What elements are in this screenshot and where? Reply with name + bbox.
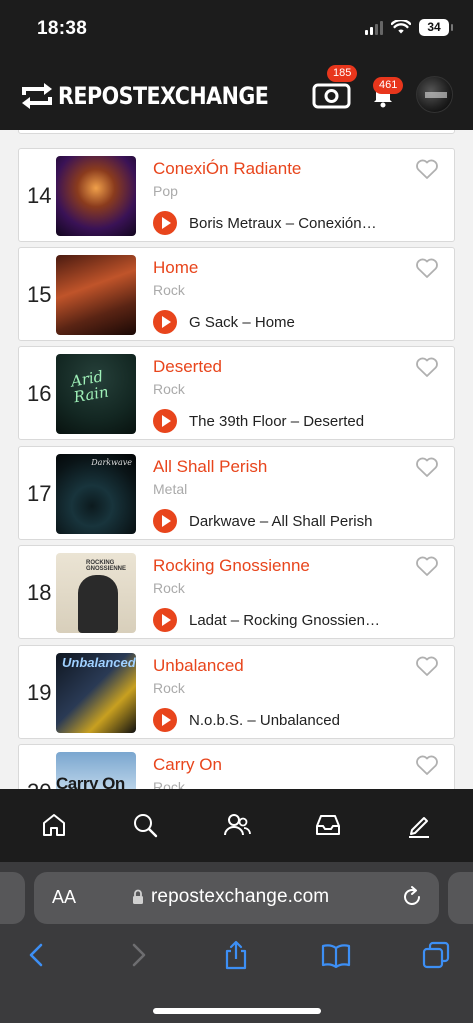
track-artist-line: N.o.b.S. – Unbalanced xyxy=(189,712,340,729)
back-icon[interactable] xyxy=(22,940,52,970)
track-cover[interactable]: ROCKING GNOSSIENNE xyxy=(56,553,136,633)
track-title[interactable]: Rocking Gnossienne xyxy=(153,556,310,576)
heart-icon[interactable] xyxy=(415,754,439,776)
inbox-icon[interactable] xyxy=(314,811,342,839)
heart-icon[interactable] xyxy=(415,555,439,577)
track-card[interactable]: 14 ConexiÓn Radiante Pop Boris Metraux –… xyxy=(18,148,455,242)
url-text[interactable]: repostexchange.com xyxy=(151,886,329,908)
heart-icon[interactable] xyxy=(415,356,439,378)
track-title[interactable]: Carry On xyxy=(153,755,222,775)
track-artist-line: Boris Metraux – Conexión… xyxy=(189,215,377,232)
cover-text: Unbalanced xyxy=(62,655,136,670)
page: 18:38 34 REPOSTEXCHANGE 185 461 14 Conex… xyxy=(0,0,473,1023)
track-title[interactable]: All Shall Perish xyxy=(153,457,267,477)
track-rank: 18 xyxy=(27,580,52,605)
bottom-nav xyxy=(0,789,473,862)
play-button[interactable] xyxy=(153,409,177,433)
track-artist-line: The 39th Floor – Deserted xyxy=(189,413,365,430)
track-cover[interactable]: Carry On xyxy=(56,752,136,789)
status-bar: 18:38 34 xyxy=(0,0,473,58)
notifications-badge: 461 xyxy=(373,77,404,94)
status-indicators: 34 xyxy=(365,19,453,36)
cover-text: ROCKING GNOSSIENNE xyxy=(86,560,127,572)
track-rank: 19 xyxy=(27,680,52,705)
track-genre: Rock xyxy=(153,381,185,397)
track-artist-line: G Sack – Home xyxy=(189,314,295,331)
track-title[interactable]: ConexiÓn Radiante xyxy=(153,159,301,179)
previous-tab-preview[interactable] xyxy=(0,872,25,924)
track-cover[interactable] xyxy=(56,255,136,335)
logo[interactable]: REPOSTEXCHANGE xyxy=(20,82,303,110)
track-cover[interactable]: Unbalanced xyxy=(56,653,136,733)
search-icon[interactable] xyxy=(131,811,159,839)
track-card[interactable]: 19 Unbalanced Unbalanced Rock N.o.b.S. –… xyxy=(18,645,455,739)
repost-arrows-icon xyxy=(22,83,52,109)
track-genre: Pop xyxy=(153,183,178,199)
track-genre: Rock xyxy=(153,580,185,596)
cover-text: Arid Rain xyxy=(69,367,110,407)
app-header: REPOSTEXCHANGE xyxy=(0,58,473,130)
play-button[interactable] xyxy=(153,211,177,235)
reload-icon[interactable] xyxy=(400,885,424,909)
track-artist-line: Ladat – Rocking Gnossien… xyxy=(189,612,380,629)
track-card[interactable]: 16 Arid Rain Deserted Rock The 39th Floo… xyxy=(18,346,455,440)
reader-options-button[interactable]: AA xyxy=(52,887,76,908)
camera-icon xyxy=(312,83,351,109)
next-tab-preview[interactable] xyxy=(448,872,473,924)
track-title[interactable]: Unbalanced xyxy=(153,656,244,676)
track-title[interactable]: Home xyxy=(153,258,198,278)
heart-icon[interactable] xyxy=(415,257,439,279)
track-card[interactable]: 20 Carry On Carry On Rock xyxy=(18,744,455,789)
address-bar[interactable]: AA repostexchange.com xyxy=(34,872,439,924)
track-artist-line: Darkwave – All Shall Perish xyxy=(189,513,373,530)
battery-icon: 34 xyxy=(419,19,453,36)
cellular-signal-icon xyxy=(365,20,383,35)
bookmarks-icon[interactable] xyxy=(321,940,351,970)
share-icon[interactable] xyxy=(221,940,251,970)
heart-icon[interactable] xyxy=(415,456,439,478)
play-button[interactable] xyxy=(153,509,177,533)
track-card[interactable]: 18 ROCKING GNOSSIENNE Rocking Gnossienne… xyxy=(18,545,455,639)
track-rank: 17 xyxy=(27,481,52,506)
track-cover[interactable]: Arid Rain xyxy=(56,354,136,434)
edit-icon[interactable] xyxy=(405,811,433,839)
track-genre: Rock xyxy=(153,779,185,789)
users-icon[interactable] xyxy=(223,811,251,839)
heart-icon[interactable] xyxy=(415,158,439,180)
track-cover[interactable] xyxy=(56,156,136,236)
user-avatar[interactable] xyxy=(416,76,453,113)
track-genre: Rock xyxy=(153,680,185,696)
lock-icon xyxy=(133,889,143,904)
play-button[interactable] xyxy=(153,708,177,732)
tabs-icon[interactable] xyxy=(421,940,451,970)
forward-icon[interactable] xyxy=(123,940,153,970)
play-button[interactable] xyxy=(153,310,177,334)
track-card[interactable] xyxy=(18,130,455,134)
home-indicator xyxy=(153,1008,321,1014)
track-rank: 15 xyxy=(27,282,52,307)
track-rank: 20 xyxy=(27,779,51,789)
track-cover[interactable]: Darkwave xyxy=(56,454,136,534)
credits-button[interactable] xyxy=(312,80,352,114)
wifi-icon xyxy=(391,20,411,34)
credits-badge: 185 xyxy=(327,65,358,82)
browser-toolbar: AA repostexchange.com xyxy=(0,862,473,1023)
play-button[interactable] xyxy=(153,608,177,632)
logo-text: REPOSTEXCHANGE xyxy=(58,82,269,110)
track-rank: 16 xyxy=(27,381,52,406)
track-genre: Metal xyxy=(153,481,188,497)
track-rank: 14 xyxy=(27,183,52,208)
track-list: 14 ConexiÓn Radiante Pop Boris Metraux –… xyxy=(0,130,473,789)
track-card[interactable]: 15 Home Rock G Sack – Home xyxy=(18,247,455,341)
track-genre: Rock xyxy=(153,282,185,298)
heart-icon[interactable] xyxy=(415,655,439,677)
cover-text: Darkwave xyxy=(91,458,132,467)
cover-text: Carry On xyxy=(56,774,125,789)
track-title[interactable]: Deserted xyxy=(153,357,222,377)
home-icon[interactable] xyxy=(40,811,68,839)
track-card[interactable]: 17 Darkwave All Shall Perish Metal Darkw… xyxy=(18,446,455,540)
status-time: 18:38 xyxy=(37,18,88,39)
